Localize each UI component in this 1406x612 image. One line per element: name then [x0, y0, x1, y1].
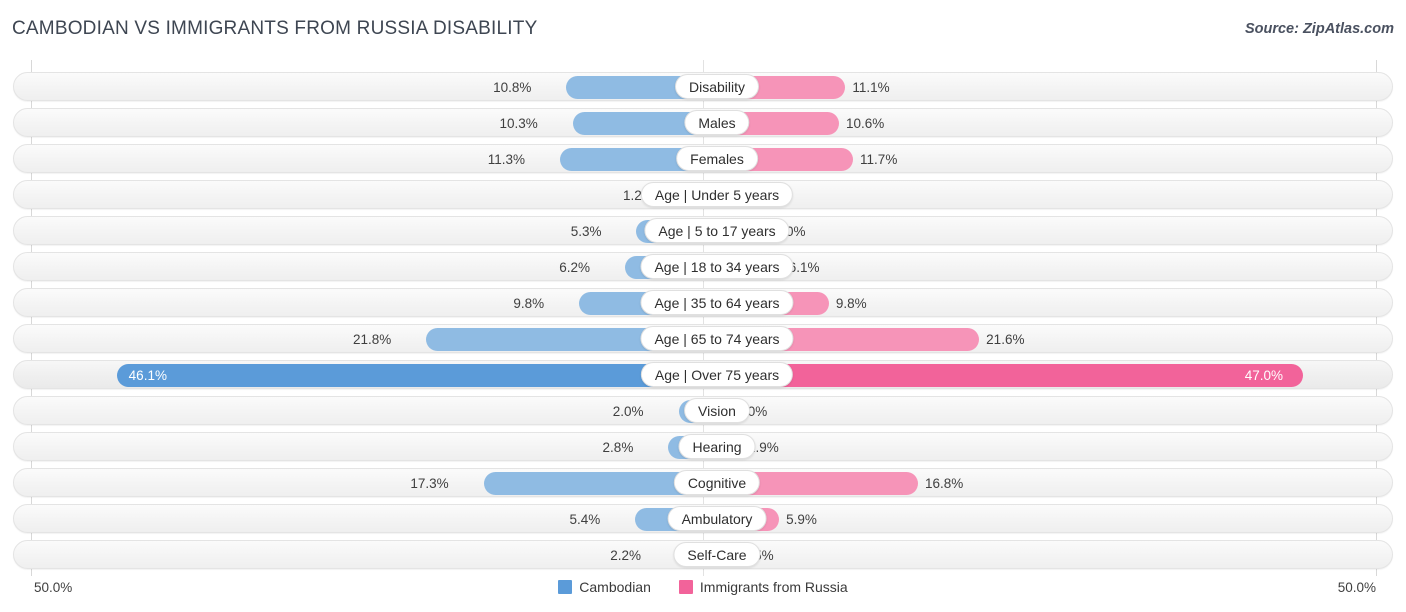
value-label-cambodian: 21.8% [353, 332, 392, 347]
row-category-label: Age | Over 75 years [640, 362, 794, 387]
value-label-cambodian: 5.3% [570, 224, 602, 239]
row-category-label: Males [684, 110, 750, 135]
chart-row: 1.2%1.1%Age | Under 5 years [13, 180, 1393, 209]
value-label-immigrants-russia: 11.1% [852, 80, 890, 95]
chart-row: 5.3% 5.0% Age | 5 to 17 years [13, 216, 1393, 245]
row-category-label: Age | 35 to 64 years [640, 290, 794, 315]
value-label-cambodian: 10.3% [499, 116, 538, 131]
value-label-immigrants-russia: 10.6% [846, 116, 885, 131]
chart-row: 10.8% 11.1% Disability [13, 72, 1393, 101]
row-category-label: Cognitive [673, 470, 761, 495]
bar-cambodian [116, 364, 704, 387]
chart-row: 11.3% 11.7% Females [13, 144, 1393, 173]
chart-row: 2.0% 2.0% Vision [13, 396, 1393, 425]
row-category-label: Hearing [678, 434, 756, 459]
legend-swatch-icon [678, 580, 693, 594]
chart-footer: 50.0% 50.0% Cambodian Immigrants from Rus… [0, 576, 1406, 612]
legend-swatch-icon [558, 580, 573, 594]
legend-item[interactable]: Immigrants from Russia [678, 579, 848, 595]
page-title: CAMBODIAN VS IMMIGRANTS FROM RUSSIA DISA… [12, 18, 538, 39]
chart-row: 2.8% 2.9% Hearing [13, 432, 1393, 461]
chart-row: 10.3% 10.6% Males [13, 108, 1393, 137]
gridline-right [1376, 60, 1377, 576]
value-label-cambodian: 2.8% [602, 440, 634, 455]
value-label-cambodian: 17.3% [410, 476, 449, 491]
gridline-center [703, 60, 704, 576]
row-category-label: Females [676, 146, 758, 171]
row-category-label: Age | Under 5 years [640, 182, 794, 207]
value-label-immigrants-russia: 9.8% [835, 296, 867, 311]
source-label: Source: ZipAtlas.com [1244, 21, 1394, 37]
row-category-label: Disability [674, 74, 760, 99]
row-category-label: Self-Care [673, 542, 761, 567]
chart-row: 17.3% 16.8% Cognitive [13, 468, 1393, 497]
value-label-immigrants-russia: 21.6% [986, 332, 1025, 347]
chart-row: 2.2%2.5%Self-Care [13, 540, 1393, 569]
value-label-cambodian: 2.2% [610, 548, 641, 563]
value-label-cambodian: 46.1% [128, 368, 167, 383]
row-category-label: Age | 5 to 17 years [644, 218, 790, 243]
bar-cambodian [483, 472, 704, 495]
legend-item[interactable]: Cambodian [558, 579, 651, 595]
row-category-label: Ambulatory [667, 506, 767, 531]
chart-header: CAMBODIAN VS IMMIGRANTS FROM RUSSIA DISA… [0, 0, 1406, 56]
bar-immigrants-russia [704, 364, 1303, 387]
gridline-left [31, 60, 32, 576]
value-label-cambodian: 10.8% [493, 80, 532, 95]
value-label-cambodian: 11.3% [487, 152, 526, 167]
row-category-label: Vision [684, 398, 750, 423]
row-category-label: Age | 18 to 34 years [640, 254, 794, 279]
diverging-bar-chart: 10.8% 11.1% Disability 10.3% 10.6% Males 11.3%… [0, 60, 1406, 576]
legend: Cambodian Immigrants from Russia [0, 579, 1406, 595]
value-label-immigrants-russia: 47.0% [1244, 368, 1284, 383]
value-label-immigrants-russia: 5.9% [786, 512, 817, 527]
chart-row: 5.4% 5.9% Ambulatory [13, 504, 1393, 533]
value-label-cambodian: 2.0% [612, 404, 644, 419]
chart-row: 9.8% 9.8% Age | 35 to 64 years [13, 288, 1393, 317]
value-label-cambodian: 5.4% [569, 512, 601, 527]
chart-row: 21.8% 21.6% Age | 65 to 74 years [13, 324, 1393, 353]
value-label-cambodian: 9.8% [513, 296, 545, 311]
legend-label: Immigrants from Russia [699, 579, 848, 595]
value-label-immigrants-russia: 11.7% [860, 152, 898, 167]
legend-label: Cambodian [579, 579, 651, 595]
row-category-label: Age | 65 to 74 years [640, 326, 794, 351]
value-label-immigrants-russia: 16.8% [925, 476, 964, 491]
value-label-cambodian: 6.2% [559, 260, 591, 275]
chart-row: 6.2% 6.1% Age | 18 to 34 years [13, 252, 1393, 281]
chart-row: 46.1% 47.0% Age | Over 75 years [13, 360, 1393, 389]
